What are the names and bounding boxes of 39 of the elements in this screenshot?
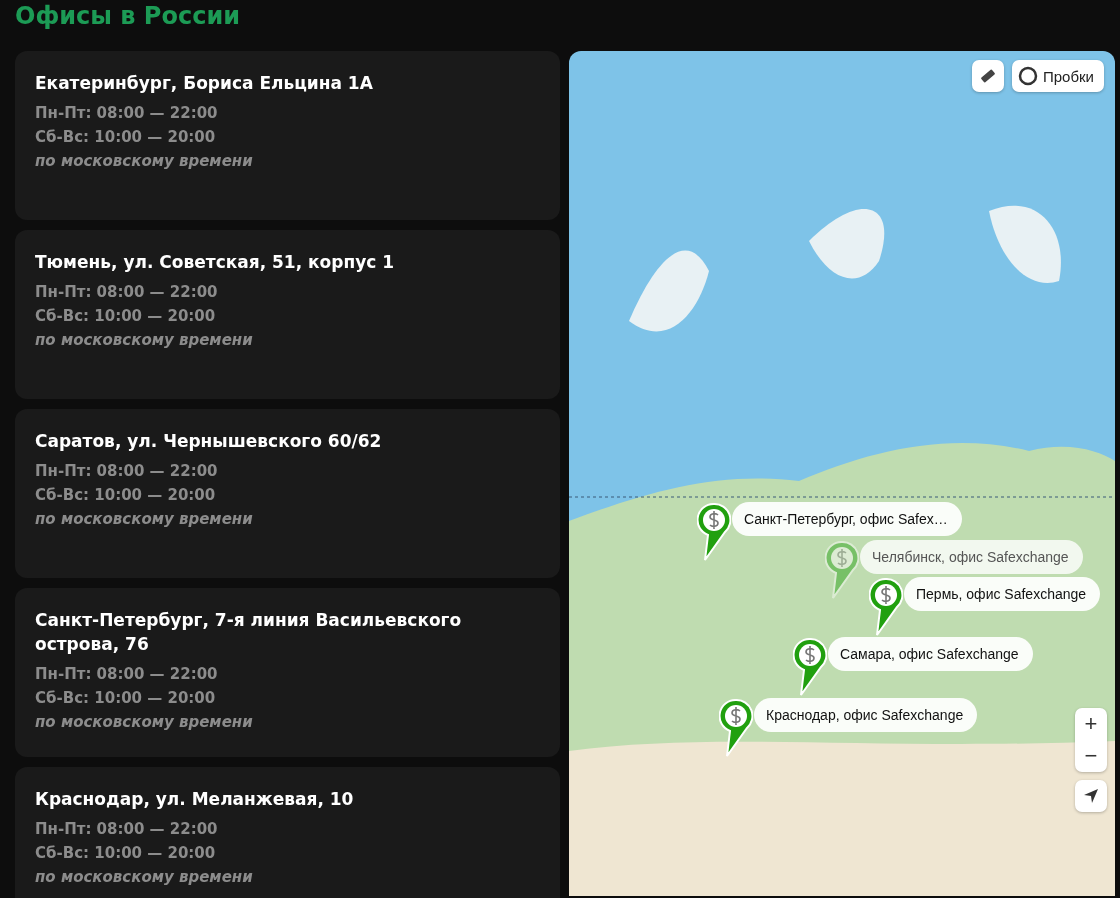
ring-icon	[1017, 65, 1039, 87]
weekend-hours: Сб-Вс: 10:00 — 20:00	[35, 306, 217, 327]
weekday-hours: Пн-Пт: 08:00 — 22:00	[35, 664, 219, 685]
navigation-arrow-icon	[1082, 787, 1100, 805]
ruler-button[interactable]	[972, 60, 1004, 92]
weekend-hours: Сб-Вс: 10:00 — 20:00	[35, 127, 217, 148]
dollar-pin-icon[interactable]	[697, 503, 731, 561]
weekend-hours: Сб-Вс: 10:00 — 20:00	[35, 688, 217, 709]
page-title: Офисы в России	[14, 1, 242, 32]
dollar-pin-icon[interactable]	[793, 638, 827, 696]
weekday-hours: Пн-Пт: 08:00 — 22:00	[35, 282, 219, 303]
office-address: Саратов, ул. Чернышевского 60/62	[35, 430, 383, 453]
weekday-hours: Пн-Пт: 08:00 — 22:00	[35, 819, 219, 840]
timezone-note: по московскому времени	[35, 867, 254, 888]
marker-label[interactable]: Челябинск, офис Safexchange	[860, 540, 1083, 574]
weekend-hours: Сб-Вс: 10:00 — 20:00	[35, 843, 217, 864]
marker-label[interactable]: Пермь, офис Safexchange	[904, 577, 1101, 611]
timezone-note: по московскому времени	[35, 509, 254, 530]
office-address: Тюмень, ул. Советская, 51, корпус 1	[35, 251, 396, 274]
marker-label[interactable]: Самара, офис Safexchange	[828, 637, 1033, 671]
weekend-hours: Сб-Вс: 10:00 — 20:00	[35, 485, 217, 506]
zoom-out-button[interactable]: −	[1075, 740, 1107, 772]
map-placeholder[interactable]: Пробки + − Санкт-Петербург, офис Safex… Челябинск, офис Safexchange Пермь, офис Safexchange Самара, офис Safexchange Краснодар, офис Safexchange	[569, 51, 1115, 896]
dollar-pin-icon[interactable]	[869, 578, 903, 636]
marker-label[interactable]: Санкт-Петербург, офис Safex…	[732, 502, 962, 536]
weekday-hours: Пн-Пт: 08:00 — 22:00	[35, 461, 219, 482]
dollar-pin-icon[interactable]	[719, 699, 753, 757]
dollar-pin-icon[interactable]	[825, 541, 859, 599]
marker-label[interactable]: Краснодар, офис Safexchange	[754, 698, 978, 732]
timezone-note: по московскому времени	[35, 712, 254, 733]
traffic-button[interactable]: Пробки	[1012, 60, 1104, 92]
locate-button[interactable]	[1075, 780, 1107, 812]
office-address: Краснодар, ул. Меланжевая, 10	[35, 788, 355, 811]
zoom-in-button[interactable]: +	[1075, 708, 1107, 740]
timezone-note: по московскому времени	[35, 330, 254, 351]
timezone-note: по московскому времени	[35, 151, 254, 172]
office-address: Екатеринбург, Бориса Ельцина 1А	[35, 72, 374, 95]
weekday-hours: Пн-Пт: 08:00 — 22:00	[35, 103, 219, 124]
office-address: Санкт-Петербург, 7-я линия Васильевского острова, 76	[35, 609, 463, 656]
